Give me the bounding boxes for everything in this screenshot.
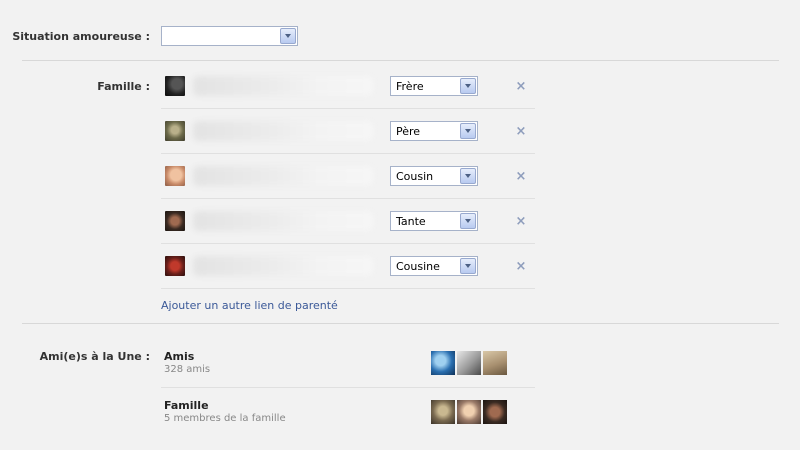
section-divider <box>22 323 779 324</box>
relation-value: Cousine <box>396 260 440 273</box>
friend-thumbnail <box>431 351 455 375</box>
relation-value: Cousin <box>396 170 434 183</box>
relation-value: Frère <box>396 80 424 93</box>
remove-icon[interactable]: × <box>515 124 527 139</box>
list-count: 328 amis <box>164 364 211 375</box>
chevron-down-icon <box>460 258 476 274</box>
row-divider <box>161 387 535 388</box>
remove-icon[interactable]: × <box>515 79 527 94</box>
row-divider <box>161 198 535 199</box>
family-member-avatar <box>165 76 185 96</box>
list-title[interactable]: Amis <box>164 350 194 363</box>
family-member-avatar <box>165 121 185 141</box>
chevron-down-icon <box>460 78 476 94</box>
section-divider <box>22 60 779 61</box>
relationship-label: Situation amoureuse : <box>12 30 150 43</box>
row-divider <box>161 243 535 244</box>
family-member-name <box>193 256 373 276</box>
add-relative-link[interactable]: Ajouter un autre lien de parenté <box>161 299 338 312</box>
family-member-avatar <box>165 166 185 186</box>
family-label: Famille : <box>97 80 150 93</box>
list-count: 5 membres de la famille <box>164 413 286 424</box>
featured-friends-label: Ami(e)s à la Une : <box>39 350 150 363</box>
relation-select[interactable]: Tante <box>390 211 478 231</box>
remove-icon[interactable]: × <box>515 214 527 229</box>
relationship-select[interactable] <box>161 26 298 46</box>
relation-value: Père <box>396 125 421 138</box>
chevron-down-icon <box>280 28 296 44</box>
row-divider <box>161 153 535 154</box>
row-divider <box>161 108 535 109</box>
chevron-down-icon <box>460 213 476 229</box>
relation-select[interactable]: Père <box>390 121 478 141</box>
remove-icon[interactable]: × <box>515 169 527 184</box>
friend-thumbnail <box>457 400 481 424</box>
friend-thumbnail <box>483 351 507 375</box>
chevron-down-icon <box>460 168 476 184</box>
family-member-avatar <box>165 256 185 276</box>
row-divider <box>161 288 535 289</box>
relation-select[interactable]: Frère <box>390 76 478 96</box>
relation-value: Tante <box>396 215 426 228</box>
list-title[interactable]: Famille <box>164 399 209 412</box>
friend-thumbnail <box>483 400 507 424</box>
relation-select[interactable]: Cousine <box>390 256 478 276</box>
family-member-name <box>193 166 373 186</box>
relation-select[interactable]: Cousin <box>390 166 478 186</box>
family-member-name <box>193 76 373 96</box>
family-member-name <box>193 121 373 141</box>
friend-thumbnail <box>431 400 455 424</box>
remove-icon[interactable]: × <box>515 259 527 274</box>
family-member-name <box>193 211 373 231</box>
family-member-avatar <box>165 211 185 231</box>
chevron-down-icon <box>460 123 476 139</box>
friend-thumbnail <box>457 351 481 375</box>
